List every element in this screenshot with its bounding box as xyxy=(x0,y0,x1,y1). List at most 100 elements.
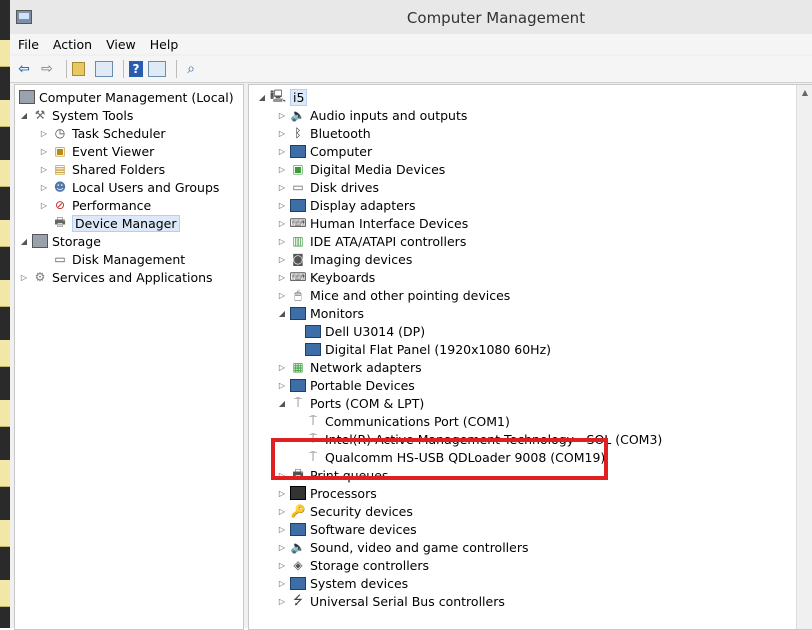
tree-item-disk-management[interactable]: ▭ Disk Management xyxy=(39,250,185,268)
device-category[interactable]: ▷ ▦ Network adapters xyxy=(277,358,422,376)
device-category[interactable]: ▷ ⌨ Keyboards xyxy=(277,268,375,286)
device-item[interactable]: Dell U3014 (DP) xyxy=(305,322,425,340)
computer-icon: 🖳 xyxy=(270,88,287,103)
expand-arrow-icon[interactable]: ▷ xyxy=(277,147,287,156)
expand-arrow-icon[interactable]: ▷ xyxy=(277,255,287,264)
tree-item-event-viewer[interactable]: ▷ ▣ Event Viewer xyxy=(39,142,154,160)
expand-arrow-icon[interactable]: ▷ xyxy=(277,237,287,246)
vertical-scrollbar[interactable]: ▲ xyxy=(796,85,812,629)
help-icon[interactable]: ? xyxy=(129,61,143,77)
forward-arrow-icon[interactable]: ⇨ xyxy=(38,60,56,78)
tree-item-services-applications[interactable]: ▷ ⚙ Services and Applications xyxy=(19,268,213,286)
device-item[interactable]: ⍑ Communications Port (COM1) xyxy=(305,412,510,430)
menu-help[interactable]: Help xyxy=(150,37,179,52)
menu-action[interactable]: Action xyxy=(53,37,92,52)
shared-folder-icon: ▤ xyxy=(54,162,66,176)
expand-arrow-icon[interactable]: ▷ xyxy=(39,129,49,138)
expand-arrow-icon[interactable]: ▷ xyxy=(277,363,287,372)
expand-arrow-icon[interactable]: ▷ xyxy=(277,201,287,210)
menu-view[interactable]: View xyxy=(106,37,136,52)
device-category[interactable]: ▷ 🖱 Mice and other pointing devices xyxy=(277,286,510,304)
device-category[interactable]: ▷ ⭍ Universal Serial Bus controllers xyxy=(277,592,505,610)
tree-item-local-users[interactable]: ▷ ☻ Local Users and Groups xyxy=(39,178,219,196)
expand-arrow-icon[interactable]: ▷ xyxy=(277,273,287,282)
expand-arrow-icon[interactable]: ▷ xyxy=(19,273,29,282)
device-category[interactable]: ▷ ᛒ Bluetooth xyxy=(277,124,371,142)
menu-file[interactable]: File xyxy=(18,37,39,52)
processor-icon xyxy=(290,486,306,500)
device-category[interactable]: ▷ 🔑 Security devices xyxy=(277,502,413,520)
expand-arrow-icon[interactable]: ▷ xyxy=(277,165,287,174)
collapse-triangle-icon[interactable]: ◢ xyxy=(19,111,29,120)
expand-arrow-icon[interactable]: ▷ xyxy=(39,183,49,192)
expand-arrow-icon[interactable]: ▷ xyxy=(277,525,287,534)
tree-item-performance[interactable]: ▷ ⊘ Performance xyxy=(39,196,151,214)
device-category[interactable]: ▷ ◙ Imaging devices xyxy=(277,250,412,268)
device-category[interactable]: ▷ 🔈 Sound, video and game controllers xyxy=(277,538,529,556)
menu-bar: File Action View Help xyxy=(10,34,812,54)
device-category[interactable]: ▷ 🔈 Audio inputs and outputs xyxy=(277,106,467,124)
device-category[interactable]: ▷ System devices xyxy=(277,574,408,592)
expand-arrow-icon[interactable]: ▷ xyxy=(277,219,287,228)
up-folder-icon[interactable] xyxy=(72,62,85,76)
portable-device-icon xyxy=(290,378,306,392)
device-category[interactable]: ◢ ⍑ Ports (COM & LPT) xyxy=(277,394,424,412)
camera-icon: ◙ xyxy=(292,252,304,266)
device-root[interactable]: ◢ 🖳 i5 xyxy=(257,88,308,106)
collapse-triangle-icon[interactable]: ◢ xyxy=(19,237,29,246)
back-arrow-icon[interactable]: ⇦ xyxy=(15,60,33,78)
expand-arrow-icon[interactable]: ▷ xyxy=(277,129,287,138)
storage-icon xyxy=(32,234,48,248)
collapse-triangle-icon[interactable]: ◢ xyxy=(277,399,287,408)
tree-item-computer-management[interactable]: Computer Management (Local) xyxy=(19,88,234,106)
device-manager-icon: 🖶 xyxy=(54,214,66,229)
device-category[interactable]: ▷ Processors xyxy=(277,484,377,502)
expand-arrow-icon[interactable]: ▷ xyxy=(277,291,287,300)
scroll-up-icon[interactable]: ▲ xyxy=(797,85,812,101)
expand-arrow-icon[interactable]: ▷ xyxy=(277,597,287,606)
device-category[interactable]: ▷ ⌨ Human Interface Devices xyxy=(277,214,468,232)
toolbar: ⇦ ⇨ ? ⌕ xyxy=(10,56,812,83)
computer-management-window: Computer Management File Action View Hel… xyxy=(10,0,812,630)
display-adapter-icon xyxy=(290,198,306,212)
device-category[interactable]: ▷ ▣ Digital Media Devices xyxy=(277,160,445,178)
expand-arrow-icon[interactable]: ▷ xyxy=(277,489,287,498)
security-key-icon: 🔑 xyxy=(290,504,306,518)
show-hide-tree-icon[interactable] xyxy=(95,61,113,77)
device-category[interactable]: ▷ ▭ Disk drives xyxy=(277,178,379,196)
device-category[interactable]: ▷ ▥ IDE ATA/ATAPI controllers xyxy=(277,232,466,250)
scan-hardware-icon[interactable]: ⌕ xyxy=(182,60,200,78)
device-item[interactable]: Digital Flat Panel (1920x1080 60Hz) xyxy=(305,340,551,358)
expand-arrow-icon[interactable]: ▷ xyxy=(39,147,49,156)
device-category[interactable]: ▷ ◈ Storage controllers xyxy=(277,556,429,574)
expand-arrow-icon[interactable]: ▷ xyxy=(39,201,49,210)
device-category[interactable]: ▷ Computer xyxy=(277,142,372,160)
tree-item-system-tools[interactable]: ◢ ⚒ System Tools xyxy=(19,106,133,124)
monitor-icon xyxy=(305,324,321,338)
properties-icon[interactable] xyxy=(148,61,166,77)
expand-arrow-icon[interactable]: ▷ xyxy=(277,561,287,570)
device-tree: ◢ 🖳 i5 ▷ 🔈 Audio inputs and outputs ▷ ᛒ … xyxy=(248,84,812,630)
expand-arrow-icon[interactable]: ▷ xyxy=(277,507,287,516)
expand-arrow-icon[interactable]: ▷ xyxy=(39,165,49,174)
expand-arrow-icon[interactable]: ▷ xyxy=(277,579,287,588)
users-icon: ☻ xyxy=(53,180,67,194)
hid-icon: ⌨ xyxy=(289,216,307,230)
device-category[interactable]: ▷ Software devices xyxy=(277,520,417,538)
device-category[interactable]: ▷ Portable Devices xyxy=(277,376,415,394)
expand-arrow-icon[interactable]: ▷ xyxy=(277,381,287,390)
collapse-triangle-icon[interactable]: ◢ xyxy=(277,309,287,318)
tree-item-device-manager[interactable]: 🖶 Device Manager xyxy=(39,214,180,232)
expand-arrow-icon[interactable]: ▷ xyxy=(277,543,287,552)
tree-item-shared-folders[interactable]: ▷ ▤ Shared Folders xyxy=(39,160,165,178)
sound-icon: 🔈 xyxy=(290,540,306,554)
device-category[interactable]: ▷ Display adapters xyxy=(277,196,416,214)
tree-item-storage[interactable]: ◢ Storage xyxy=(19,232,101,250)
expand-arrow-icon[interactable]: ▷ xyxy=(277,183,287,192)
title-bar[interactable]: Computer Management xyxy=(10,0,812,34)
event-viewer-icon: ▣ xyxy=(54,144,66,158)
device-category[interactable]: ◢ Monitors xyxy=(277,304,364,322)
expand-arrow-icon[interactable]: ▷ xyxy=(277,111,287,120)
collapse-triangle-icon[interactable]: ◢ xyxy=(257,93,267,102)
tree-item-task-scheduler[interactable]: ▷ ◷ Task Scheduler xyxy=(39,124,166,142)
